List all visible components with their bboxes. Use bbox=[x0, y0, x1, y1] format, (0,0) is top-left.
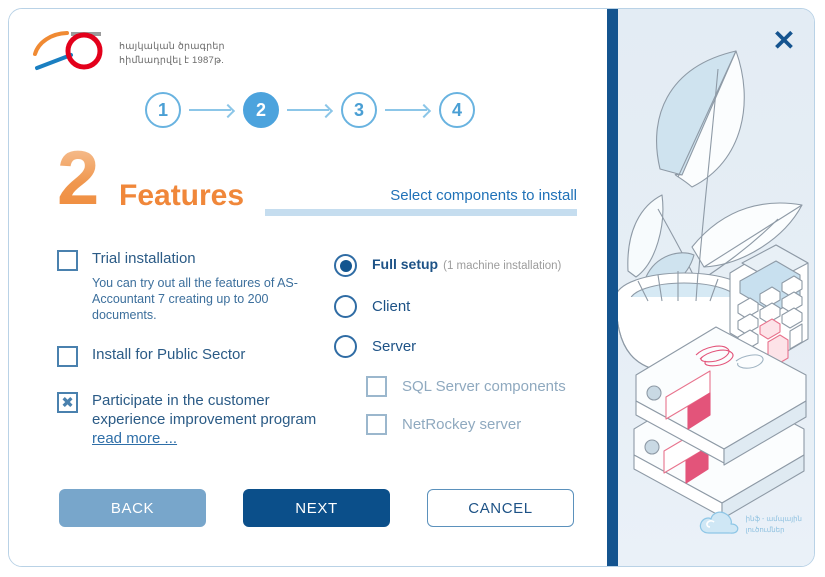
close-icon[interactable]: ✕ bbox=[770, 27, 798, 55]
right-pane: ինֆ - ամպային լուծումներ bbox=[618, 9, 814, 566]
page-title-text: Features bbox=[119, 179, 245, 212]
step-4[interactable]: 4 bbox=[439, 92, 475, 128]
brand-logo: հայկական ծրագրեր հիմնադրվել է 1987թ. bbox=[31, 27, 291, 77]
cloud-icon bbox=[698, 509, 740, 542]
button-bar: BACK NEXT CANCEL bbox=[59, 489, 579, 529]
step-3[interactable]: 3 bbox=[341, 92, 377, 128]
option-netrockey-server-label: NetRockey server bbox=[402, 415, 522, 433]
cloud-footer-line2: լուծումներ bbox=[745, 526, 785, 534]
radio-server[interactable] bbox=[334, 335, 357, 358]
options-column-left: Trial installation You can try out all t… bbox=[57, 249, 317, 452]
installer-window: հայկական ծրագրեր հիմնադրվել է 1987թ. 1 2… bbox=[8, 8, 815, 567]
option-trial-installation-label: Trial installation bbox=[92, 250, 196, 267]
checkbox-customer-experience[interactable] bbox=[57, 392, 78, 413]
options-column-right: Full setup (1 machine installation) Clien… bbox=[334, 253, 584, 451]
checkbox-netrockey-server[interactable] bbox=[366, 414, 387, 435]
brand-tagline: հայկական ծրագրեր հիմնադրվել է 1987թ. bbox=[119, 40, 225, 68]
as-logo-icon bbox=[31, 27, 111, 80]
cloud-footer: ինֆ - ամպային լուծումներ bbox=[698, 509, 802, 542]
checkbox-sql-server-components[interactable] bbox=[366, 376, 387, 397]
pane-divider bbox=[607, 9, 618, 566]
option-sql-server-components[interactable]: SQL Server components bbox=[366, 375, 584, 397]
step-indicator: 1 2 3 4 bbox=[145, 92, 475, 128]
step-arrow-3 bbox=[377, 104, 439, 116]
option-public-sector[interactable]: Install for Public Sector bbox=[57, 345, 317, 367]
radio-full-setup-note: (1 machine installation) bbox=[443, 260, 562, 272]
office-illustration bbox=[618, 50, 809, 520]
radio-client-label: Client bbox=[372, 298, 411, 315]
title-underline-bar bbox=[265, 209, 577, 216]
radio-server-label: Server bbox=[372, 338, 417, 355]
option-trial-installation-description: You can try out all the features of AS-A… bbox=[92, 276, 298, 322]
step-arrow-1 bbox=[181, 104, 243, 116]
cancel-button[interactable]: CANCEL bbox=[427, 489, 574, 527]
radio-full-setup-text: Full setup bbox=[372, 256, 439, 272]
checkbox-trial-installation[interactable] bbox=[57, 250, 78, 271]
radio-option-server[interactable]: Server bbox=[334, 335, 584, 358]
read-more-link[interactable]: read more ... bbox=[92, 430, 177, 447]
option-customer-experience-text: Participate in the customer experience i… bbox=[92, 392, 317, 428]
brand-tagline-line2: հիմնադրվել է 1987թ. bbox=[119, 54, 225, 66]
option-trial-installation[interactable]: Trial installation bbox=[57, 249, 317, 271]
page-subtitle: Select components to install bbox=[390, 187, 577, 204]
step-1[interactable]: 1 bbox=[145, 92, 181, 128]
cloud-footer-text: ինֆ - ամպային լուծումներ bbox=[746, 515, 802, 536]
brand-tagline-line1: հայկական ծրագրեր bbox=[119, 41, 225, 52]
option-sql-server-components-label: SQL Server components bbox=[402, 377, 566, 395]
radio-client[interactable] bbox=[334, 295, 357, 318]
step-number-display: 2 bbox=[57, 136, 100, 221]
option-public-sector-label: Install for Public Sector bbox=[92, 346, 246, 363]
next-button[interactable]: NEXT bbox=[243, 489, 390, 527]
step-arrow-2 bbox=[279, 104, 341, 116]
option-customer-experience-label: Participate in the customer experience i… bbox=[92, 391, 317, 448]
option-netrockey-server[interactable]: NetRockey server bbox=[366, 413, 584, 435]
radio-option-full-setup[interactable]: Full setup (1 machine installation) bbox=[334, 253, 584, 278]
checkbox-public-sector[interactable] bbox=[57, 346, 78, 367]
radio-full-setup[interactable] bbox=[334, 254, 357, 277]
radio-option-client[interactable]: Client bbox=[334, 295, 584, 318]
cloud-footer-line1: ինֆ - ամպային bbox=[745, 516, 802, 523]
back-button[interactable]: BACK bbox=[59, 489, 206, 527]
step-2[interactable]: 2 bbox=[243, 92, 279, 128]
option-customer-experience[interactable]: Participate in the customer experience i… bbox=[57, 391, 317, 448]
left-pane: հայկական ծրագրեր հիմնադրվել է 1987թ. 1 2… bbox=[9, 9, 607, 566]
page-title: 2 Features Select components to install bbox=[57, 141, 577, 219]
radio-full-setup-label: Full setup (1 machine installation) bbox=[372, 253, 561, 278]
